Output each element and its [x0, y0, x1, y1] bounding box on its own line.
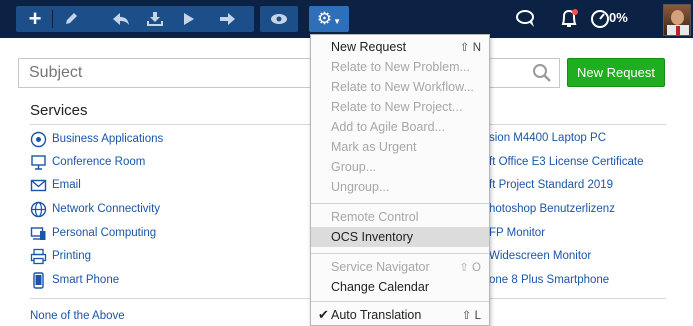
catalog-item-monitor[interactable]: FP Monitor — [489, 227, 545, 239]
gear-menu-button[interactable]: ⚙ ▼ — [309, 6, 349, 32]
menu-item-mark-urgent: Mark as Urgent — [331, 140, 417, 154]
shortcut-label: ⇧ O — [459, 262, 481, 274]
conference-room-icon — [30, 154, 47, 171]
smart-phone-icon — [30, 271, 47, 289]
download-tray-icon[interactable] — [140, 6, 170, 32]
catalog-item-laptop[interactable]: sion M4400 Laptop PC — [489, 132, 606, 144]
personal-computing-icon — [30, 225, 47, 242]
menu-item-group: Group... — [331, 160, 377, 174]
menu-item-relate-project: Relate to New Project... — [331, 100, 463, 114]
service-item-network-connectivity[interactable]: Network Connectivity — [30, 200, 160, 218]
service-item-email[interactable]: Email — [30, 176, 81, 194]
menu-item-relate-problem: Relate to New Problem... — [331, 60, 470, 74]
menu-item-new-request[interactable]: New Request ⇧ N — [311, 37, 489, 57]
menu-item-ungroup: Ungroup... — [331, 180, 390, 194]
catalog-item-photoshop[interactable]: hotoshop Benutzerlizenz — [489, 203, 615, 215]
menu-item-agile-board: Add to Agile Board... — [331, 120, 445, 134]
menu-item-remote-control: Remote Control — [331, 210, 419, 224]
chat-bubble-icon[interactable] — [513, 8, 539, 30]
menu-item-service-navigator: Service Navigator ⇧ O — [331, 260, 481, 274]
shortcut-label: ⇧ N — [459, 42, 481, 54]
email-icon — [30, 177, 47, 194]
edit-pencil-icon[interactable] — [56, 6, 86, 32]
service-item-smart-phone[interactable]: Smart Phone — [30, 271, 119, 289]
action-button-group: + — [16, 6, 254, 32]
service-item-business-applications[interactable]: Business Applications — [30, 130, 163, 148]
menu-item-relate-workflow: Relate to New Workflow... — [331, 80, 474, 94]
shortcut-label: ⇧ L — [461, 310, 481, 322]
business-applications-icon — [30, 131, 47, 148]
services-heading: Services — [30, 102, 88, 119]
add-icon[interactable]: + — [18, 6, 52, 32]
chevron-down-icon: ▼ — [333, 16, 342, 26]
gear-icon: ⚙ — [316, 9, 333, 28]
notification-bell-icon[interactable] — [556, 8, 582, 30]
service-item-conference-room[interactable]: Conference Room — [30, 153, 145, 171]
catalog-item-office-license[interactable]: ft Office E3 License Certificate — [489, 156, 643, 168]
catalog-item-project-standard[interactable]: ft Project Standard 2019 — [489, 179, 613, 191]
menu-divider — [311, 301, 489, 302]
menu-item-change-calendar[interactable]: Change Calendar — [311, 277, 489, 297]
eye-icon[interactable] — [260, 6, 298, 32]
catalog-item-smartphone[interactable]: one 8 Plus Smartphone — [489, 274, 609, 286]
menu-item-auto-translation[interactable]: ✔ Auto Translation ⇧ L — [311, 305, 489, 325]
menu-divider — [311, 203, 489, 204]
quick-access-percent: 0% — [609, 10, 628, 25]
speedometer-icon[interactable] — [589, 8, 611, 30]
arrow-right-icon[interactable] — [212, 6, 242, 32]
gear-dropdown-menu: New Request ⇧ N Relate to New Problem...… — [310, 34, 490, 326]
service-item-printing[interactable]: Printing — [30, 247, 91, 265]
none-of-the-above-link[interactable]: None of the Above — [30, 310, 125, 322]
play-forward-icon[interactable] — [174, 6, 204, 32]
reply-icon[interactable] — [106, 6, 136, 32]
checkmark-icon: ✔ — [318, 307, 329, 322]
menu-item-ocs-inventory[interactable]: OCS Inventory — [311, 227, 489, 247]
search-icon[interactable] — [532, 63, 552, 83]
toolbar-divider — [52, 10, 53, 28]
network-connectivity-icon — [30, 201, 47, 218]
catalog-item-widescreen-monitor[interactable]: Widescreen Monitor — [489, 250, 591, 262]
service-item-personal-computing[interactable]: Personal Computing — [30, 224, 156, 242]
menu-divider — [311, 253, 489, 254]
new-request-button[interactable]: New Request — [567, 58, 665, 87]
avatar[interactable] — [663, 4, 691, 36]
top-toolbar: + ⚙ ▼ 0% — [0, 0, 693, 38]
printer-icon — [30, 248, 47, 265]
